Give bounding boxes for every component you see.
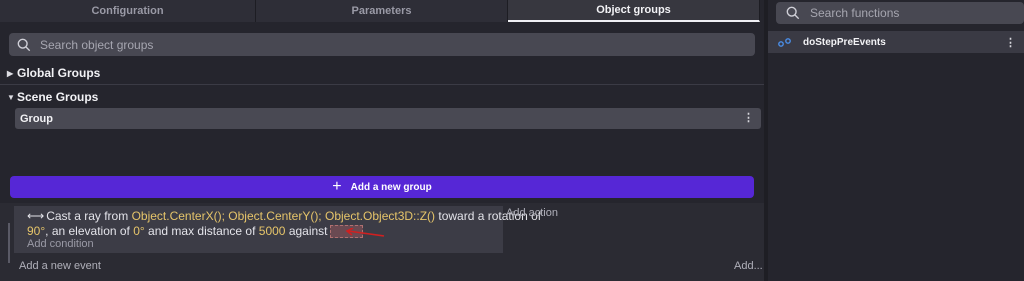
action-arg-distance[interactable]: 5000 <box>259 224 286 238</box>
functions-search[interactable] <box>776 2 1024 24</box>
action-text: and max distance of <box>144 224 259 238</box>
action-text: against <box>285 224 328 238</box>
function-list-item[interactable]: doStepPreEvents ⋮ <box>768 31 1024 53</box>
raycast-action-line1[interactable]: ⟷ Cast a ray from Object.CenterX(); Objec… <box>27 209 541 223</box>
tab-configuration[interactable]: Configuration <box>0 0 256 22</box>
function-icon <box>778 38 791 47</box>
add-action-link[interactable]: Add action <box>506 207 558 219</box>
object-groups-search[interactable] <box>9 33 755 56</box>
action-arg-x[interactable]: Object.CenterX(); <box>132 209 225 223</box>
action-arg-rotation[interactable]: 90° <box>27 224 45 238</box>
action-text: Cast a ray from <box>46 209 132 223</box>
function-label: doStepPreEvents <box>803 36 886 48</box>
functions-panel: doStepPreEvents ⋮ <box>768 0 1024 281</box>
event-row-indicator <box>8 223 10 263</box>
chevron-right-icon: ▶ <box>7 68 14 78</box>
scene-groups-label: Scene Groups <box>17 90 99 104</box>
tab-bar: Configuration Parameters Object groups <box>0 0 764 22</box>
add-event-link[interactable]: Add a new event <box>19 260 101 272</box>
double-arrow-icon: ⟷ <box>27 209 45 223</box>
more-options-icon[interactable]: ⋮ <box>1005 36 1016 49</box>
object-groups-search-input[interactable] <box>40 37 720 52</box>
global-groups-label: Global Groups <box>17 66 101 80</box>
action-text: , an elevation of <box>45 224 134 238</box>
action-arg-elevation[interactable]: 0° <box>133 224 144 238</box>
global-groups-header[interactable]: ▶ Global Groups <box>7 65 100 81</box>
add-condition-link[interactable]: Add condition <box>27 238 94 250</box>
group-list-item[interactable]: Group ⋮ <box>15 108 761 129</box>
tab-object-groups[interactable]: Object groups <box>508 0 760 22</box>
add-group-button[interactable]: + Add a new group <box>10 176 754 198</box>
search-icon <box>17 38 31 51</box>
action-arg-z[interactable]: Object.Object3D::Z() <box>325 209 435 223</box>
chevron-down-icon: ▼ <box>7 92 15 102</box>
editor-root: Configuration Parameters Object groups ▶… <box>0 0 1024 281</box>
search-icon <box>786 6 800 20</box>
raycast-action-line2[interactable]: 90°, an elevation of 0° and max distance… <box>27 224 363 239</box>
add-group-label: Add a new group <box>350 181 432 193</box>
tab-parameters[interactable]: Parameters <box>256 0 508 22</box>
group-item-label: Group <box>20 112 53 125</box>
section-divider <box>0 84 764 85</box>
plus-icon: + <box>332 178 342 195</box>
scene-groups-header[interactable]: ▼ Scene Groups <box>7 89 98 105</box>
functions-search-input[interactable] <box>810 6 1010 20</box>
add-more-button[interactable]: Add... <box>734 260 763 272</box>
more-options-icon[interactable]: ⋮ <box>743 111 754 124</box>
action-arg-y[interactable]: Object.CenterY(); <box>228 209 321 223</box>
annotation-arrow-icon <box>345 228 385 237</box>
